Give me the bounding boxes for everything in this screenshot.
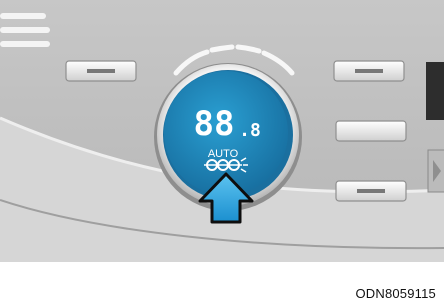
- climate-control-panel: 88 .8 AUTO: [0, 0, 444, 262]
- right-control-button-bottom[interactable]: [335, 180, 407, 202]
- left-control-button[interactable]: [65, 60, 137, 82]
- auto-mode-label: AUTO: [208, 148, 239, 160]
- figure-caption-code: ODN8059115: [355, 286, 436, 301]
- temperature-decimal: .8: [239, 120, 261, 141]
- fan-speed-icon: [204, 157, 248, 173]
- temperature-value: 88: [194, 104, 235, 144]
- right-control-button-middle[interactable]: [335, 120, 407, 142]
- vent-slots: [0, 13, 50, 47]
- right-control-button-top[interactable]: [333, 60, 405, 82]
